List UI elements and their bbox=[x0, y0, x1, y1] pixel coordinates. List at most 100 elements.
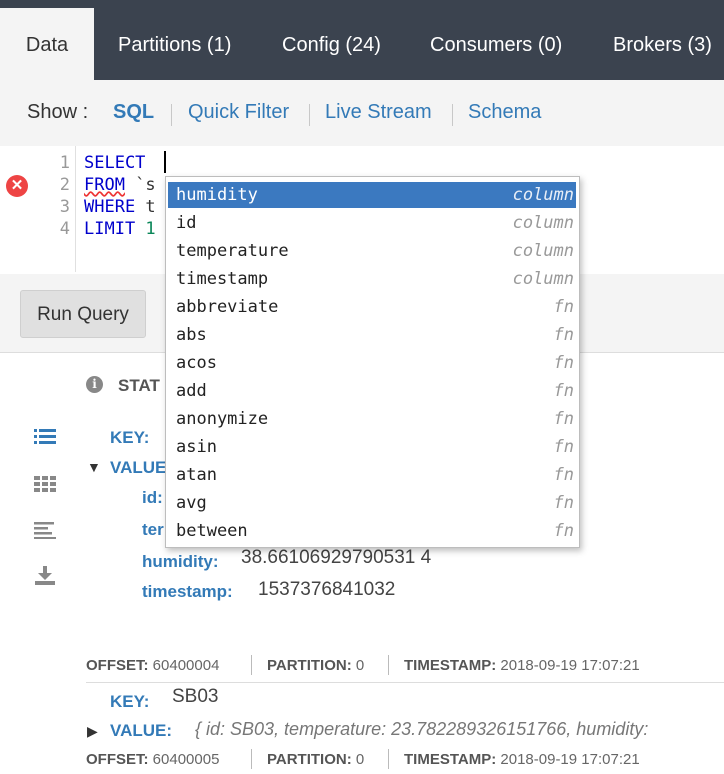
autocomplete-item-meta: fn bbox=[553, 409, 574, 429]
list-view-icon[interactable] bbox=[34, 428, 56, 450]
autocomplete-item-name: acos bbox=[176, 353, 217, 373]
record-partition: PARTITION: 0 bbox=[267, 751, 364, 768]
stats-heading: STAT bbox=[118, 376, 160, 395]
divider bbox=[86, 682, 724, 683]
autocomplete-item[interactable]: asin fn bbox=[168, 434, 576, 460]
code-line-4[interactable]: LIMIT 1 bbox=[84, 219, 156, 239]
autocomplete-item-meta: fn bbox=[553, 521, 574, 541]
text-view-icon[interactable] bbox=[34, 521, 56, 543]
autocomplete-item-meta: column bbox=[512, 185, 574, 205]
autocomplete-item[interactable]: anonymize fn bbox=[168, 406, 576, 432]
timestamp-label: TIMESTAMP: bbox=[404, 751, 497, 768]
autocomplete-item-meta: fn bbox=[553, 465, 574, 485]
autocomplete-item[interactable]: humidity column bbox=[168, 182, 576, 208]
autocomplete-item-meta: fn bbox=[553, 493, 574, 513]
show-live-stream-link[interactable]: Live Stream bbox=[325, 101, 432, 124]
autocomplete-item-name: timestamp bbox=[176, 269, 269, 289]
show-quick-filter-link[interactable]: Quick Filter bbox=[188, 101, 289, 124]
partition-value: 0 bbox=[355, 657, 365, 674]
collapse-arrow-icon[interactable]: ▼ bbox=[87, 459, 101, 475]
sql-keyword: FROM bbox=[84, 175, 125, 195]
autocomplete-item[interactable]: abs fn bbox=[168, 322, 576, 348]
autocomplete-item[interactable]: abbreviate fn bbox=[168, 294, 576, 320]
autocomplete-item-name: avg bbox=[176, 493, 207, 513]
timestamp-value: 2018-09-19 17:07:21 bbox=[500, 657, 640, 674]
error-icon[interactable]: ✕ bbox=[6, 175, 28, 197]
autocomplete-item[interactable]: atan fn bbox=[168, 462, 576, 488]
record-value-label[interactable]: VALUE bbox=[110, 458, 166, 478]
record-offset: OFFSET: 60400005 bbox=[86, 751, 219, 768]
partition-value: 0 bbox=[355, 751, 365, 768]
download-icon[interactable] bbox=[34, 566, 56, 588]
autocomplete-item-meta: column bbox=[512, 241, 574, 261]
autocomplete-item-name: abs bbox=[176, 325, 207, 345]
show-schema-link[interactable]: Schema bbox=[468, 101, 541, 124]
run-query-button[interactable]: Run Query bbox=[20, 290, 146, 338]
expand-arrow-icon[interactable]: ▶ bbox=[87, 723, 98, 740]
autocomplete-item-meta: fn bbox=[553, 381, 574, 401]
record-partition: PARTITION: 0 bbox=[267, 657, 364, 674]
autocomplete-item-name: add bbox=[176, 381, 207, 401]
autocomplete-item-name: asin bbox=[176, 437, 217, 457]
top-tab-bar: Data Partitions (1) Config (24) Consumer… bbox=[0, 0, 724, 80]
record-key-value: SB03 bbox=[172, 686, 219, 707]
autocomplete-item[interactable]: acos fn bbox=[168, 350, 576, 376]
record-key-label: KEY: bbox=[110, 692, 150, 711]
line-number: 1 bbox=[59, 153, 70, 173]
record-value-preview: { id: SB03, temperature: 23.782289326151… bbox=[195, 719, 649, 739]
autocomplete-item-meta: fn bbox=[553, 353, 574, 373]
tab-data[interactable]: Data bbox=[0, 8, 94, 80]
tab-partitions[interactable]: Partitions (1) bbox=[118, 8, 231, 80]
record-offset: OFFSET: 60400004 bbox=[86, 657, 219, 674]
autocomplete-popup[interactable]: humidity column id column temperature colum… bbox=[165, 176, 580, 548]
autocomplete-item[interactable]: add fn bbox=[168, 378, 576, 404]
autocomplete-item-meta: column bbox=[512, 213, 574, 233]
partition-label: PARTITION: bbox=[267, 751, 352, 768]
tab-brokers[interactable]: Brokers (3) bbox=[613, 8, 712, 80]
code-line-2[interactable]: FROM `s bbox=[84, 175, 156, 195]
timestamp-value: 2018-09-19 17:07:21 bbox=[500, 751, 640, 768]
tab-config[interactable]: Config (24) bbox=[282, 8, 381, 80]
show-label: Show : bbox=[27, 101, 89, 123]
autocomplete-item-meta: column bbox=[512, 269, 574, 289]
separator bbox=[388, 749, 389, 769]
record-key-label: KEY: bbox=[110, 428, 150, 447]
grid-view-icon[interactable] bbox=[34, 475, 56, 497]
autocomplete-item-meta: fn bbox=[553, 325, 574, 345]
autocomplete-item[interactable]: id column bbox=[168, 210, 576, 236]
autocomplete-item-name: abbreviate bbox=[176, 297, 279, 317]
code-line-3[interactable]: WHERE t bbox=[84, 197, 156, 217]
offset-label: OFFSET: bbox=[86, 657, 149, 674]
line-number: 2 bbox=[59, 175, 70, 195]
autocomplete-item[interactable]: avg fn bbox=[168, 490, 576, 516]
field-label: timestamp: bbox=[142, 582, 233, 601]
partition-label: PARTITION: bbox=[267, 657, 352, 674]
show-sql-link[interactable]: SQL bbox=[113, 101, 154, 124]
separator bbox=[452, 104, 453, 126]
editor-gutter-divider bbox=[75, 146, 76, 272]
autocomplete-item[interactable]: timestamp column bbox=[168, 266, 576, 292]
sql-keyword: WHERE bbox=[84, 197, 136, 217]
autocomplete-item-meta: fn bbox=[553, 437, 574, 457]
tab-consumers[interactable]: Consumers (0) bbox=[430, 8, 562, 80]
separator bbox=[251, 655, 252, 675]
autocomplete-item-name: anonymize bbox=[176, 409, 269, 429]
record-value-label[interactable]: VALUE: bbox=[110, 721, 172, 741]
autocomplete-item-meta: fn bbox=[553, 297, 574, 317]
autocomplete-item-name: temperature bbox=[176, 241, 289, 261]
code-text: t bbox=[135, 197, 156, 217]
line-number: 3 bbox=[59, 197, 70, 217]
info-icon: i bbox=[86, 376, 103, 393]
autocomplete-item[interactable]: temperature column bbox=[168, 238, 576, 264]
offset-value: 60400005 bbox=[152, 751, 220, 768]
autocomplete-item-name: id bbox=[176, 213, 197, 233]
autocomplete-item-name: atan bbox=[176, 465, 217, 485]
autocomplete-item[interactable]: between fn bbox=[168, 518, 576, 544]
timestamp-label: TIMESTAMP: bbox=[404, 657, 497, 674]
offset-label: OFFSET: bbox=[86, 751, 149, 768]
code-line-1[interactable]: SELECT bbox=[84, 153, 145, 173]
field-label: ter bbox=[142, 520, 164, 539]
text-cursor bbox=[164, 151, 166, 173]
autocomplete-item-name: humidity bbox=[176, 185, 258, 205]
separator bbox=[388, 655, 389, 675]
